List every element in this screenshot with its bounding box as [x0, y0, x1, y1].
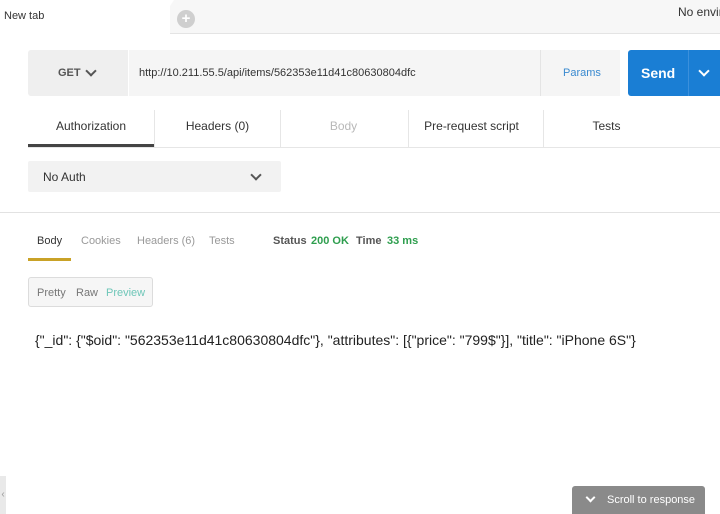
url-input[interactable]: http://10.211.55.5/api/items/562353e11d4… [129, 50, 540, 96]
status-label: Status [273, 235, 307, 247]
auth-type-value: No Auth [43, 170, 86, 184]
format-raw[interactable]: Raw [76, 287, 98, 299]
response-tab-body[interactable]: Body [37, 235, 62, 247]
response-tab-headers[interactable]: Headers (6) [137, 235, 195, 247]
response-body: {"_id": {"$oid": "562353e11d41c80630804d… [35, 332, 636, 348]
time-value: 33 ms [387, 235, 419, 247]
response-tab-tests[interactable]: Tests [209, 235, 235, 247]
scroll-label: Scroll to response [607, 494, 696, 506]
active-tab-indicator [28, 258, 71, 261]
send-label: Send [641, 65, 676, 81]
tab-bar: New tab + No envir [0, 0, 720, 35]
request-tabs: Authorization Headers (0) Body Pre-reque… [28, 110, 720, 148]
response-tab-cookies[interactable]: Cookies [81, 235, 121, 247]
send-button[interactable]: Send [628, 50, 720, 96]
method-select[interactable]: GET [28, 50, 128, 96]
tab-headers[interactable]: Headers (0) [154, 110, 280, 147]
params-button[interactable]: Params [540, 50, 620, 96]
plus-icon[interactable]: + [177, 10, 195, 28]
format-pretty[interactable]: Pretty [37, 287, 66, 299]
tab-label: New tab [4, 10, 45, 22]
status-value: 200 OK [311, 235, 349, 247]
collapse-handle[interactable]: ‹ [0, 476, 6, 514]
format-toggle: Pretty Raw Preview [28, 277, 153, 307]
chevron-down-icon [85, 65, 97, 77]
time-label: Time [356, 235, 382, 247]
tab-authorization[interactable]: Authorization [28, 110, 154, 147]
browser-tab[interactable]: New tab [0, 0, 170, 35]
url-text: http://10.211.55.5/api/items/562353e11d4… [139, 67, 416, 79]
tab-pre-request-script[interactable]: Pre-request script [408, 110, 534, 147]
environment-selector[interactable]: No envir [678, 5, 720, 19]
section-divider [0, 212, 720, 213]
send-divider [688, 50, 689, 96]
tab-edge [152, 0, 174, 34]
chevron-down-icon [250, 169, 262, 181]
tab-tests[interactable]: Tests [543, 110, 669, 147]
scroll-to-response-button[interactable]: Scroll to response [572, 486, 705, 514]
format-preview[interactable]: Preview [106, 287, 145, 299]
tab-body[interactable]: Body [280, 110, 406, 147]
chevron-down-icon [585, 492, 596, 503]
chevron-down-icon[interactable] [698, 65, 710, 77]
method-label: GET [58, 67, 81, 79]
auth-type-select[interactable]: No Auth [28, 161, 281, 192]
params-label: Params [563, 67, 601, 79]
